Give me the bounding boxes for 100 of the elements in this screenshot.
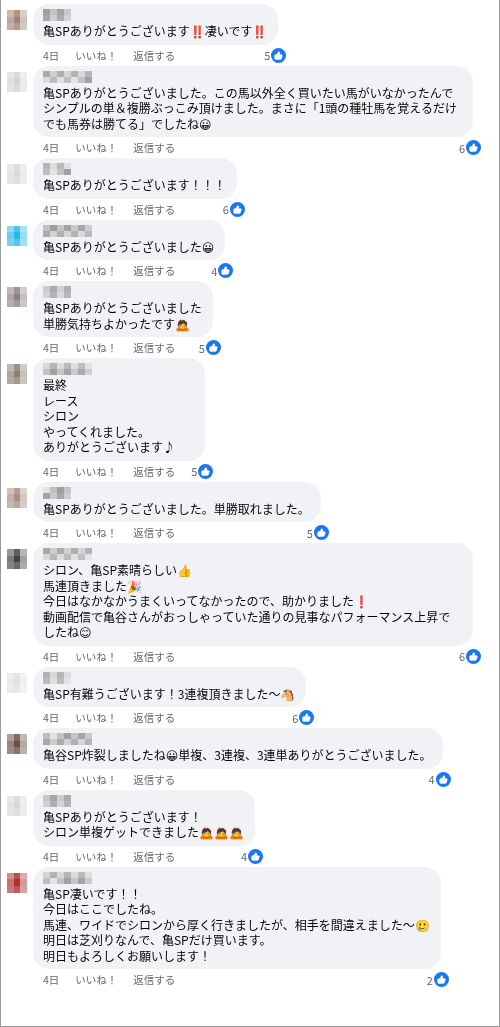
blurred-name [43,363,92,375]
thumbs-up-icon [271,47,287,63]
blurred-name [43,286,71,298]
reply-link[interactable]: 返信する [133,140,176,155]
comment-time[interactable]: 4日 [43,201,60,217]
comment-time[interactable]: 4日 [43,263,60,278]
comment-time[interactable]: 4日 [43,340,60,355]
reply-link[interactable]: 返信する [133,848,176,864]
thumbs-up-icon [466,140,481,155]
comment-text: 亀SPありがとうございました😀 [43,238,215,254]
reply-link[interactable]: 返信する [133,771,176,787]
comment-time[interactable]: 4日 [43,771,60,787]
reply-link[interactable]: 返信する [133,710,176,725]
reaction-count[interactable]: 6 [292,709,299,726]
blurred-name [43,548,92,560]
thumbs-up-icon [433,972,449,987]
reaction-count[interactable]: 5 [264,47,271,63]
avatar[interactable] [7,487,27,508]
comment-time[interactable]: 4日 [43,648,60,664]
comment-text: 亀SPありがとうございます‼凄いです‼ [43,23,268,39]
reaction-count[interactable]: 6 [458,648,465,664]
thumbs-up-icon [313,525,329,540]
blurred-name [43,163,71,175]
reaction-count[interactable]: 5 [198,339,205,356]
like-link[interactable]: いいね！ [75,140,118,155]
reaction-count[interactable]: 6 [458,139,465,156]
thumbs-up-icon [198,463,214,479]
comment-text: ありがとうございます♪ [43,439,176,455]
avatar[interactable] [7,549,27,569]
comment-text: やってくれました。 [43,423,152,439]
reply-link[interactable]: 返信する [133,525,176,540]
comment-text: シロン単複ゲットできました🙇🙇🙇 [43,824,244,840]
comment-text: 亀SPありがとうございます！ [43,808,203,824]
comment-time[interactable]: 4日 [43,47,60,63]
comment-text: 馬連頂きました🎉 [43,577,143,593]
comment-time[interactable]: 4日 [43,140,60,155]
like-link[interactable]: いいね！ [75,47,118,63]
comment-time[interactable]: 4日 [43,710,60,725]
like-link[interactable]: いいね！ [75,463,118,479]
comment-text: レース [43,392,80,408]
reaction-count[interactable]: 6 [222,201,229,217]
thumbs-up-icon [299,710,315,725]
thumbs-up-icon [229,201,245,217]
like-link[interactable]: いいね！ [75,771,118,787]
reply-link[interactable]: 返信する [133,47,176,63]
thumbs-up-icon [218,263,234,278]
blurred-name [43,224,92,237]
comment-text: 亀SPありがとうございます！！！ [43,177,226,193]
reply-link[interactable]: 返信する [133,340,176,355]
comment-time[interactable]: 4日 [43,972,60,987]
comment-text: 亀谷SP炸裂しましたね😀単複、3連複、3連単ありがとうございました。 [43,747,432,763]
avatar[interactable] [7,872,27,893]
comment-text: 今日はなかなかうまくいってなかったので、助かりました❗ [43,593,370,609]
like-link[interactable]: いいね！ [75,710,118,725]
comment-text: シロン、亀SP素晴らしい👍 [43,562,194,578]
like-link[interactable]: いいね！ [75,525,118,540]
comment-text: 明日は芝刈りなんで、亀SPだけ買います。 [43,932,273,948]
reply-link[interactable]: 返信する [133,201,176,217]
blurred-name [43,671,71,684]
comment-text: 今日はここでしたね。 [43,901,164,917]
reply-link[interactable]: 返信する [133,972,176,987]
like-link[interactable]: いいね！ [75,848,118,864]
comment-text: 亀SP凄いです！！ [43,885,143,901]
blurred-name [43,733,92,745]
comment-text: 単勝気持ちよかったです🙇 [43,315,191,331]
comment-time[interactable]: 4日 [43,848,60,864]
comment-time[interactable]: 4日 [43,463,60,479]
comment-text: 明日もよろしくお願いします！ [43,947,212,963]
thumbs-up-icon [435,771,451,787]
like-link[interactable]: いいね！ [75,972,118,987]
avatar[interactable] [7,734,27,754]
comment-time[interactable]: 4日 [43,525,60,540]
reply-link[interactable]: 返信する [133,648,176,664]
comment-text: 亀SPありがとうございました [43,300,202,316]
like-link[interactable]: いいね！ [75,201,118,217]
blurred-name [43,871,92,884]
thumbs-up-icon [248,848,263,864]
reaction-count[interactable]: 5 [306,524,313,541]
comment-text: 亀SPありがとうございました。この馬以外全く買いたい馬がいなかったんでシンプルの単＆複勝ぶっこみ頂けました。まさに「1頭の種牡馬を覚えるだけでも馬券は勝てる」でしたね😀 [43,84,458,131]
comment-text: シロン [43,408,80,424]
reaction-count[interactable]: 4 [211,262,218,279]
blurred-name [43,486,71,499]
thumbs-up-icon [205,340,221,355]
blurred-name [43,794,71,807]
comment-text: 動画配信で亀谷さんがおっしゃっていた通りの見事なパフォーマンス上昇でしたね😊 [43,608,452,640]
reaction-count[interactable]: 4 [428,771,435,787]
reaction-count[interactable]: 2 [426,971,433,988]
reaction-count[interactable]: 5 [191,463,198,479]
blurred-name [43,70,92,83]
blurred-name [43,9,71,21]
comment-text: 最終 [43,377,68,393]
thumbs-up-icon [466,648,481,664]
comment-text: 亀SPありがとうございました。単勝取れました。 [43,500,310,516]
like-link[interactable]: いいね！ [75,340,118,355]
reply-link[interactable]: 返信する [133,263,176,278]
like-link[interactable]: いいね！ [75,263,118,278]
reply-link[interactable]: 返信する [133,463,176,479]
comment-text: 亀SP有難うございます！3連複頂きました〜🐴 [43,685,296,701]
reaction-count[interactable]: 4 [240,848,247,864]
like-link[interactable]: いいね！ [75,648,118,664]
